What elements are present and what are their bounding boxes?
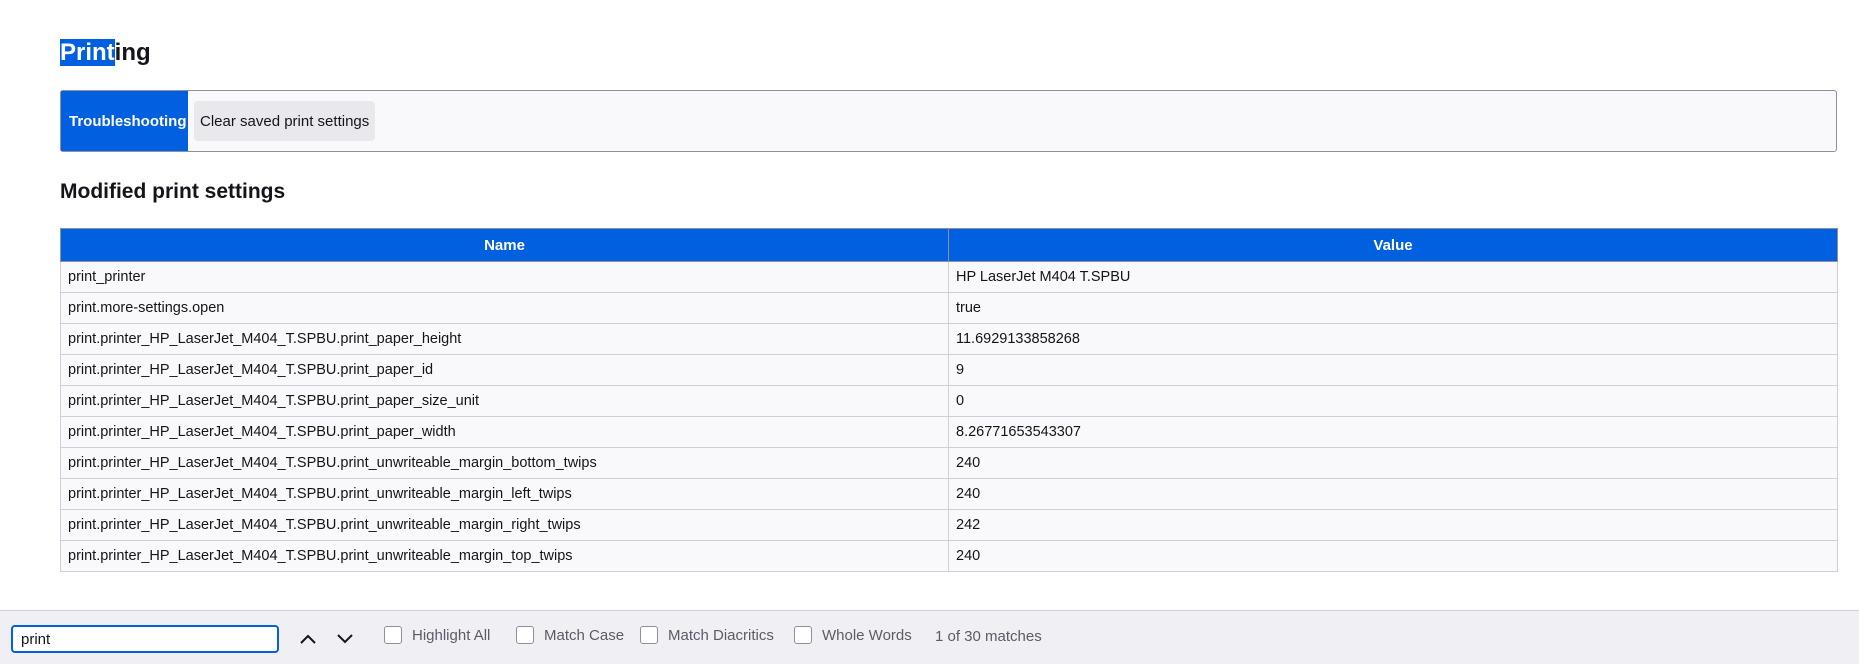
column-header-name: Name bbox=[60, 228, 949, 262]
setting-name: print.printer_HP_LaserJet_M404_T.SPBU.pr… bbox=[60, 447, 949, 479]
find-bar: Highlight All Match Case Match Diacritic… bbox=[0, 610, 1859, 664]
match-case-label: Match Case bbox=[544, 626, 625, 644]
setting-name: print_printer bbox=[60, 261, 949, 293]
column-header-value: Value bbox=[948, 228, 1838, 262]
table-row: print.printer_HP_LaserJet_M404_T.SPBU.pr… bbox=[60, 354, 1838, 386]
setting-value: true bbox=[948, 292, 1838, 324]
checkbox-box[interactable] bbox=[516, 626, 534, 644]
setting-value: 240 bbox=[948, 447, 1838, 479]
table-row: print.printer_HP_LaserJet_M404_T.SPBU.pr… bbox=[60, 447, 1838, 479]
table-row: print.printer_HP_LaserJet_M404_T.SPBU.pr… bbox=[60, 385, 1838, 417]
setting-value: 0 bbox=[948, 385, 1838, 417]
troubleshooting-button[interactable]: Troubleshooting bbox=[61, 91, 188, 151]
checkbox-box[interactable] bbox=[384, 626, 402, 644]
setting-name: print.printer_HP_LaserJet_M404_T.SPBU.pr… bbox=[60, 478, 949, 510]
table-row: print.printer_HP_LaserJet_M404_T.SPBU.pr… bbox=[60, 323, 1838, 355]
match-case-checkbox[interactable]: Match Case bbox=[516, 626, 624, 644]
clear-print-settings-button[interactable]: Clear saved print settings bbox=[194, 101, 376, 141]
checkbox-box[interactable] bbox=[794, 626, 812, 644]
match-diacritics-checkbox[interactable]: Match Diacritics bbox=[640, 626, 774, 644]
setting-value: 11.6929133858268 bbox=[948, 323, 1838, 355]
print-settings-table: Name Value print_printer HP LaserJet M404… bbox=[60, 228, 1838, 572]
setting-name: print.printer_HP_LaserJet_M404_T.SPBU.pr… bbox=[60, 385, 949, 417]
whole-words-checkbox[interactable]: Whole Words bbox=[794, 626, 912, 644]
table-row: print.printer_HP_LaserJet_M404_T.SPBU.pr… bbox=[60, 540, 1838, 572]
setting-value: 8.26771653543307 bbox=[948, 416, 1838, 448]
setting-name: print.printer_HP_LaserJet_M404_T.SPBU.pr… bbox=[60, 323, 949, 355]
table-row: print.printer_HP_LaserJet_M404_T.SPBU.pr… bbox=[60, 416, 1838, 448]
table-row: print.printer_HP_LaserJet_M404_T.SPBU.pr… bbox=[60, 509, 1838, 541]
setting-name: print.printer_HP_LaserJet_M404_T.SPBU.pr… bbox=[60, 509, 949, 541]
find-next-button[interactable] bbox=[329, 625, 361, 653]
setting-value: 240 bbox=[948, 478, 1838, 510]
setting-value: 9 bbox=[948, 354, 1838, 386]
setting-value: HP LaserJet M404 T.SPBU bbox=[948, 261, 1838, 293]
chevron-up-icon bbox=[300, 634, 316, 644]
setting-name: print.printer_HP_LaserJet_M404_T.SPBU.pr… bbox=[60, 354, 949, 386]
setting-value: 242 bbox=[948, 509, 1838, 541]
highlight-all-checkbox[interactable]: Highlight All bbox=[384, 626, 490, 644]
find-previous-button[interactable] bbox=[292, 625, 324, 653]
troubleshooting-toolbox: Troubleshooting Clear saved print settin… bbox=[60, 90, 1837, 152]
whole-words-label: Whole Words bbox=[822, 626, 912, 644]
setting-name: print.more-settings.open bbox=[60, 292, 949, 324]
find-highlight: Print bbox=[60, 39, 115, 66]
setting-name: print.printer_HP_LaserJet_M404_T.SPBU.pr… bbox=[60, 416, 949, 448]
table-row: print_printer HP LaserJet M404 T.SPBU bbox=[60, 261, 1838, 293]
setting-value: 240 bbox=[948, 540, 1838, 572]
checkbox-box[interactable] bbox=[640, 626, 658, 644]
chevron-down-icon bbox=[337, 634, 353, 644]
find-match-status: 1 of 30 matches bbox=[935, 628, 1042, 645]
table-header-row: Name Value bbox=[60, 228, 1838, 262]
highlight-all-label: Highlight All bbox=[412, 626, 491, 644]
table-row: print.more-settings.open true bbox=[60, 292, 1838, 324]
find-input[interactable] bbox=[11, 625, 279, 653]
page-title: Printing bbox=[60, 38, 151, 68]
table-row: print.printer_HP_LaserJet_M404_T.SPBU.pr… bbox=[60, 478, 1838, 510]
page-title-rest: ing bbox=[114, 39, 151, 66]
section-title: Modified print settings bbox=[60, 180, 286, 203]
match-diacritics-label: Match Diacritics bbox=[668, 626, 774, 644]
setting-name: print.printer_HP_LaserJet_M404_T.SPBU.pr… bbox=[60, 540, 949, 572]
